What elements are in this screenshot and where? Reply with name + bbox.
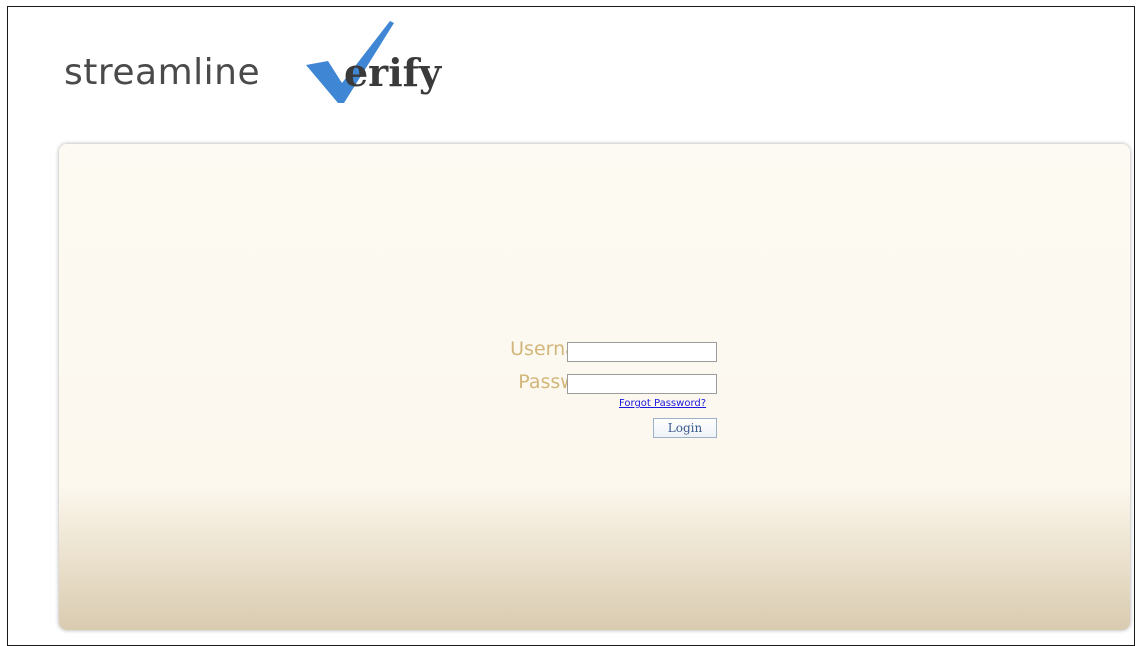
- forgot-password-link[interactable]: Forgot Password?: [619, 398, 706, 409]
- logo-text-verify: erify: [344, 50, 442, 95]
- streamline-verify-logo: streamline erify: [64, 19, 494, 103]
- username-input[interactable]: [567, 342, 717, 362]
- login-button[interactable]: Login: [653, 418, 717, 438]
- browser-viewport: streamline erify Username Password Forgo…: [7, 6, 1135, 646]
- logo-text-streamline: streamline: [64, 52, 261, 93]
- login-panel: Username Password Forgot Password? Login: [59, 144, 1130, 630]
- password-input[interactable]: [567, 374, 717, 394]
